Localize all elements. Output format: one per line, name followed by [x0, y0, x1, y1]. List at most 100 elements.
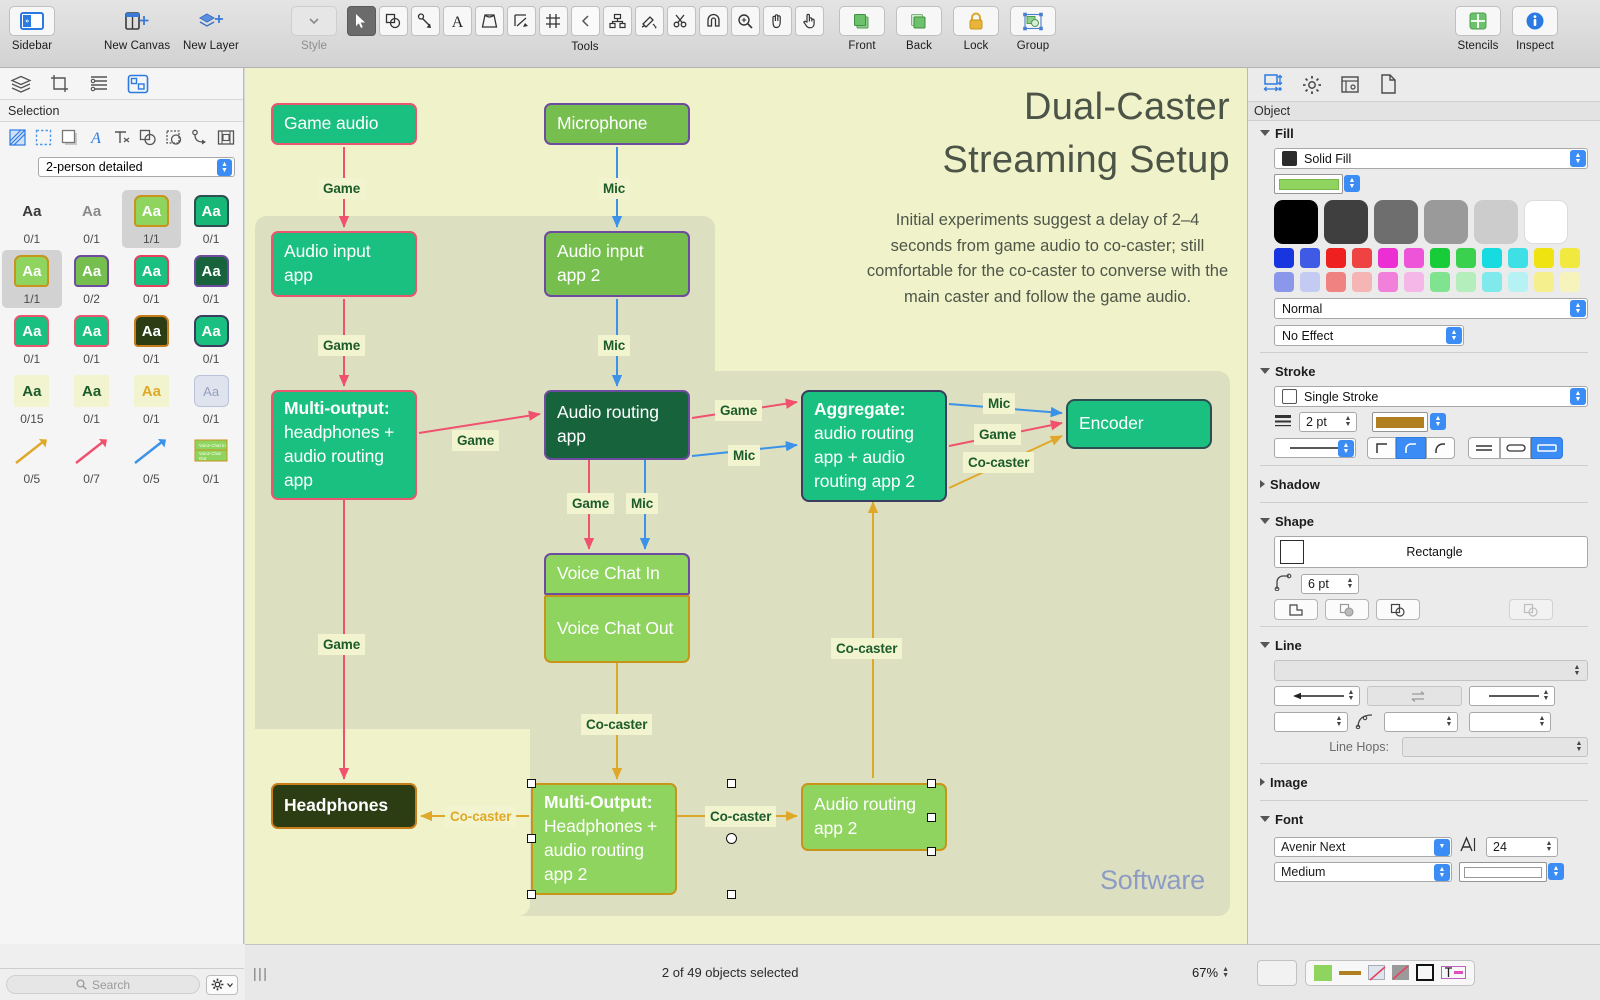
cap-butt-button[interactable] — [1468, 437, 1500, 459]
style-swatch-1[interactable]: Aa 0/1 — [62, 190, 122, 248]
swatch-gray-3[interactable] — [1424, 200, 1468, 244]
blend-mode-popup[interactable]: Normal ▲▼ — [1274, 298, 1588, 319]
line-head-scale-field[interactable]: ▲▼ — [1274, 712, 1348, 732]
swatch-pastel-7[interactable] — [1456, 272, 1476, 292]
stroke-type-popup[interactable]: Single Stroke ▲▼ — [1274, 386, 1588, 407]
style-swatch-18[interactable]: 0/5 — [122, 430, 182, 488]
style-swatch-11[interactable]: Aa 0/1 — [181, 310, 241, 368]
selection-handle[interactable] — [727, 890, 736, 899]
line-hops-popup[interactable]: ▲▼ — [1402, 737, 1588, 757]
style-set-stepper-icon[interactable]: ▲▼ — [217, 159, 232, 176]
swatch-bright-1[interactable] — [1300, 248, 1320, 268]
style-swatch-13[interactable]: Aa 0/1 — [62, 370, 122, 428]
swatch-bright-7[interactable] — [1456, 248, 1476, 268]
effect-popup[interactable]: No Effect ▲▼ — [1274, 325, 1464, 346]
style-set-selector[interactable]: 2-person detailed ▲▼ — [38, 157, 235, 177]
font-weight-popup[interactable]: Medium ▲▼ — [1274, 862, 1452, 882]
corner-sharp-button[interactable] — [1367, 437, 1396, 459]
node-headphones[interactable]: Headphones — [271, 783, 417, 829]
line-tail-scale-stepper-icon[interactable]: ▲▼ — [1536, 714, 1548, 730]
collapse-tool[interactable] — [571, 6, 600, 36]
inspect-button[interactable] — [1512, 6, 1558, 36]
stroke-color-stepper-icon[interactable]: ▲▼ — [1430, 413, 1446, 430]
canvas-size-tab[interactable] — [1338, 73, 1362, 97]
node-voice-chat-in[interactable]: Voice Chat In — [544, 553, 690, 595]
node-audio-routing-app[interactable]: Audio routing app — [544, 390, 690, 460]
blend-mode-stepper-icon[interactable]: ▲▼ — [1570, 300, 1586, 317]
swatch-pastel-8[interactable] — [1482, 272, 1502, 292]
node-multi-output-1[interactable]: Multi-output: headphones + audio routing… — [271, 390, 417, 500]
style-swatch-4[interactable]: Aa 1/1 — [2, 250, 62, 308]
node-aggregate[interactable]: Aggregate: audio routing app + audio rou… — [801, 390, 947, 502]
style-swatch-2[interactable]: Aa 1/1 — [122, 190, 182, 248]
line-type-stepper-icon[interactable]: ▲▼ — [1571, 663, 1583, 679]
line-tail-stepper-icon[interactable]: ▲▼ — [1540, 688, 1552, 704]
line-swap-button[interactable] — [1367, 686, 1462, 706]
node-voice-chat-out[interactable]: Voice Chat Out — [544, 595, 690, 663]
style-swatch-0[interactable]: Aa 0/1 — [2, 190, 62, 248]
line-tail-scale-field[interactable]: ▲▼ — [1469, 712, 1551, 732]
shape-type-popup[interactable]: Rectangle — [1274, 536, 1588, 568]
font-family-chevron-icon[interactable]: ▼ — [1434, 839, 1450, 856]
swatch-bright-0[interactable] — [1274, 248, 1294, 268]
selection-handle[interactable] — [927, 779, 936, 788]
line-tool[interactable] — [411, 6, 440, 36]
selection-handle-midpoint[interactable] — [726, 833, 737, 844]
zoom-stepper-icon[interactable]: ▲▼ — [1222, 967, 1229, 979]
selection-handle[interactable] — [927, 813, 936, 822]
fill-type-popup[interactable]: Solid Fill ▲▼ — [1274, 148, 1588, 169]
font-color-stepper-icon[interactable]: ▲▼ — [1548, 863, 1564, 880]
selection-handle[interactable] — [527, 834, 536, 843]
swatch-pastel-0[interactable] — [1274, 272, 1294, 292]
swatch-bright-5[interactable] — [1404, 248, 1424, 268]
shape-draw-tool[interactable] — [475, 6, 504, 36]
style-swatch-19[interactable]: Voice Chat InVoice ChatOut 0/1 — [181, 430, 241, 488]
style-swatch-9[interactable]: Aa 0/1 — [62, 310, 122, 368]
text-position-icon[interactable] — [112, 127, 131, 147]
styles-tab[interactable] — [125, 73, 151, 95]
swatch-pastel-1[interactable] — [1300, 272, 1320, 292]
style-swatch-10[interactable]: Aa 0/1 — [122, 310, 182, 368]
line-head-popup[interactable]: ▲▼ — [1274, 686, 1360, 706]
diagram-canvas[interactable]: Game audio Microphone Audio input app Au… — [245, 68, 1247, 944]
point-edit-tool[interactable] — [507, 6, 536, 36]
stroke-width-field[interactable]: 2 pt ▲▼ — [1299, 412, 1357, 432]
shadow-rect-icon[interactable] — [60, 127, 79, 147]
line-hops-stepper-icon[interactable]: ▲▼ — [1573, 739, 1585, 755]
sidebar-button[interactable] — [9, 6, 55, 36]
node-audio-input-app[interactable]: Audio input app — [271, 231, 417, 297]
stencils-button[interactable] — [1455, 6, 1501, 36]
swatch-gray-5[interactable] — [1524, 200, 1568, 244]
font-size-stepper-icon[interactable]: ▲▼ — [1543, 839, 1555, 855]
group-button[interactable] — [1010, 6, 1056, 36]
stroke-width-stepper-icon[interactable]: ▲▼ — [1342, 414, 1354, 430]
swatch-bright-3[interactable] — [1352, 248, 1372, 268]
image-disclosure[interactable]: Image — [1260, 770, 1588, 794]
swatch-pastel-4[interactable] — [1378, 272, 1398, 292]
shape-disclosure[interactable]: Shape — [1260, 509, 1588, 533]
current-stroke-chip[interactable] — [1339, 971, 1361, 975]
style-swatch-5[interactable]: Aa 0/2 — [62, 250, 122, 308]
font-family-popup[interactable]: Avenir Next ▼ — [1274, 837, 1452, 857]
hatch-fill-icon[interactable] — [8, 127, 27, 147]
swatch-gray-1[interactable] — [1324, 200, 1368, 244]
style-swatch-7[interactable]: Aa 0/1 — [181, 250, 241, 308]
corner-radius-stepper-icon[interactable]: ▲▼ — [1344, 576, 1356, 592]
current-fill-chip[interactable] — [1314, 965, 1332, 981]
pointing-hand-tool[interactable] — [795, 6, 824, 36]
stroke-type-stepper-icon[interactable]: ▲▼ — [1570, 388, 1586, 405]
style-swatch-16[interactable]: 0/5 — [2, 430, 62, 488]
selection-tool[interactable] — [347, 6, 376, 36]
canvas-frame-icon[interactable] — [216, 127, 235, 147]
line-head-stepper-icon[interactable]: ▲▼ — [1345, 688, 1357, 704]
swatch-bright-6[interactable] — [1430, 248, 1450, 268]
style-swatch-8[interactable]: Aa 0/1 — [2, 310, 62, 368]
fill-colorwell[interactable] — [1274, 174, 1343, 194]
magnet-tool[interactable] — [699, 6, 728, 36]
effect-stepper-icon[interactable]: ▲▼ — [1446, 327, 1462, 344]
corner-radius-field[interactable]: 6 pt ▲▼ — [1301, 574, 1359, 594]
style-swatch-15[interactable]: Aa 0/1 — [181, 370, 241, 428]
resize-grip-icon[interactable]: ||| — [253, 965, 268, 981]
scissors-tool[interactable] — [667, 6, 696, 36]
selection-handle[interactable] — [527, 779, 536, 788]
